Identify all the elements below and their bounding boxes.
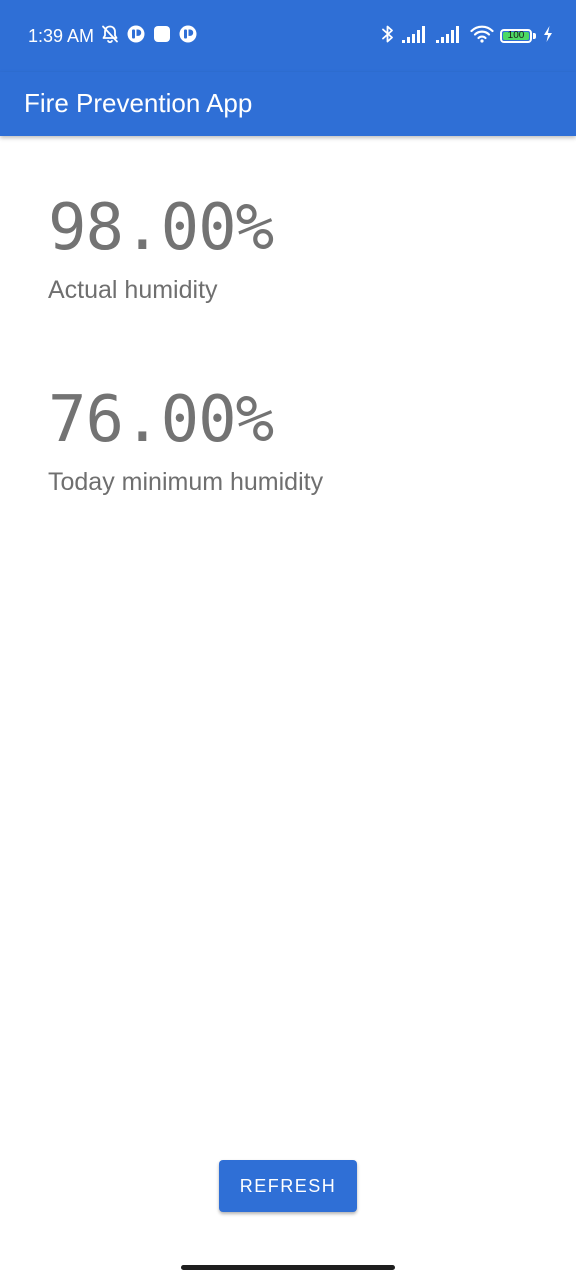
status-right-icons: 100 — [380, 24, 554, 48]
status-bar: 1:39 AM 100 — [0, 0, 576, 72]
refresh-button[interactable]: REFRESH — [219, 1160, 357, 1212]
app-bar: Fire Prevention App — [0, 72, 576, 136]
square-notification-icon — [152, 24, 172, 49]
minimum-humidity-label: Today minimum humidity — [48, 468, 324, 496]
signal-icon — [436, 25, 464, 48]
battery-level: 100 — [507, 30, 525, 41]
battery-cap — [533, 33, 536, 39]
wifi-icon — [470, 25, 494, 48]
charging-icon — [542, 25, 554, 48]
minimum-humidity-value: 76.00% — [48, 383, 274, 457]
bluetooth-icon — [380, 23, 396, 50]
home-indicator[interactable] — [181, 1265, 395, 1270]
app-title: Fire Prevention App — [24, 88, 253, 118]
actual-humidity-label: Actual humidity — [48, 276, 218, 304]
minimum-humidity-card: 76.00% Today minimum humidity — [48, 384, 323, 498]
app-notification-icon — [126, 24, 146, 49]
actual-humidity-value: 98.00% — [48, 191, 274, 265]
bell-off-icon — [100, 24, 120, 49]
status-left-icons — [100, 25, 198, 47]
status-time: 1:39 AM — [28, 26, 95, 46]
actual-humidity-card: 98.00% Actual humidity — [48, 191, 274, 306]
battery-icon: 100 — [500, 29, 532, 43]
app-notification-icon — [178, 24, 198, 49]
signal-icon — [402, 25, 430, 48]
